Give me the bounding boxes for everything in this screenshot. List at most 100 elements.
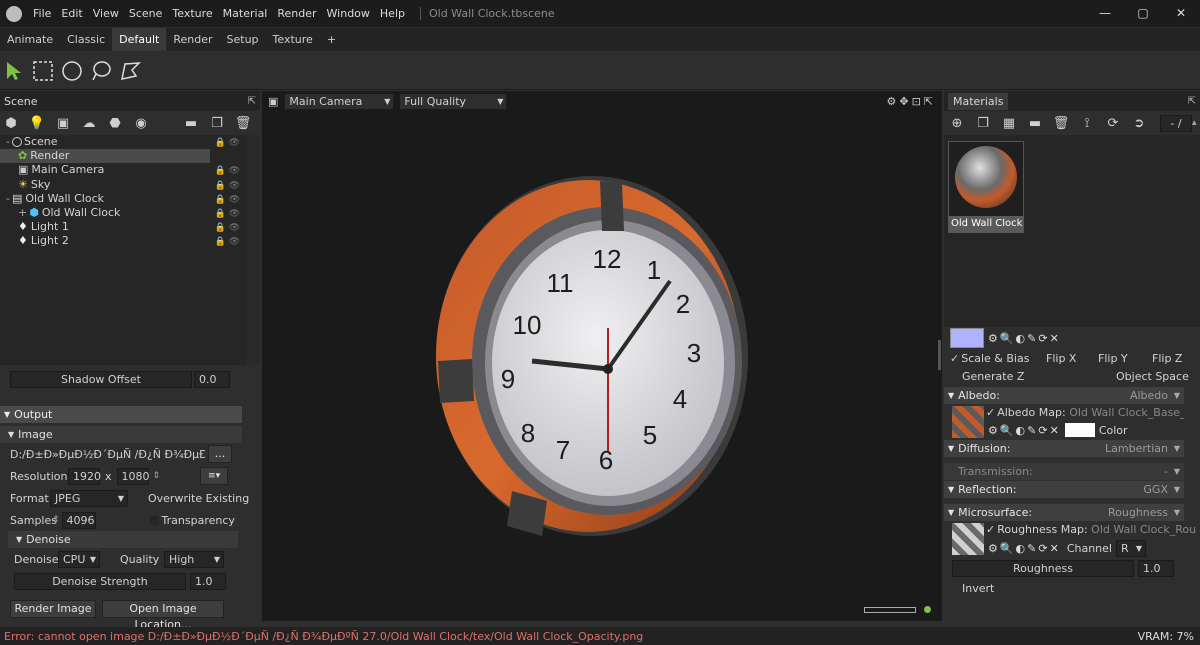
tab-setup[interactable]: Setup xyxy=(220,28,266,51)
lasso-select-icon[interactable] xyxy=(89,59,113,83)
splitter-handle[interactable] xyxy=(938,340,941,370)
roughness-map-file[interactable]: Old Wall Clock_Rough xyxy=(1091,523,1196,536)
texture-tools-icon[interactable]: ⚙🔍◐✎⟳✕ xyxy=(988,424,1061,437)
shadow-offset-value[interactable]: 0.0 xyxy=(194,370,230,388)
menu-window[interactable]: Window xyxy=(322,7,375,20)
refresh-icon[interactable]: ⟳ xyxy=(1104,114,1122,132)
menu-render[interactable]: Render xyxy=(272,7,321,20)
duplicate-icon[interactable]: ❐ xyxy=(208,114,226,132)
tree-item-old-wall-clock-group[interactable]: - ▤ Old Wall Clock 🔒 👁 xyxy=(0,192,246,206)
roughness-map-thumbnail[interactable] xyxy=(952,523,984,555)
delete-icon[interactable]: 🗑 xyxy=(234,114,252,132)
menu-help[interactable]: Help xyxy=(375,7,410,20)
tree-item-main-camera[interactable]: ▣ Main Camera 🔒 👁 xyxy=(0,163,246,177)
visibility-icon[interactable]: 🔒 👁 xyxy=(215,136,241,150)
materials-tab[interactable]: Materials xyxy=(948,92,1009,110)
image-subsection[interactable]: ▼ Image xyxy=(0,426,242,443)
add-material-icon[interactable]: ⊕ xyxy=(948,114,966,132)
albedo-map-thumbnail[interactable] xyxy=(952,406,984,438)
texture-tools-icon[interactable]: ⚙🔍◐✎⟳✕ xyxy=(988,332,1061,345)
render-image-button[interactable]: Render Image xyxy=(10,600,96,618)
tab-classic[interactable]: Classic xyxy=(60,28,112,51)
select-by-material-icon[interactable]: ⟟ xyxy=(1078,114,1096,132)
menu-material[interactable]: Material xyxy=(218,7,273,20)
texture-tools-icon[interactable]: ⚙🔍◐✎⟳✕ xyxy=(988,542,1061,555)
visibility-icon[interactable]: 🔒 👁 xyxy=(215,235,241,249)
ellipse-select-icon[interactable] xyxy=(60,59,84,83)
visibility-icon[interactable]: 🔒 👁 xyxy=(215,179,241,193)
tab-default[interactable]: Default xyxy=(112,28,167,51)
popout-icon[interactable]: ⇱ xyxy=(248,96,256,107)
diffusion-section[interactable]: ▼ Diffusion: Lambertian ▼ xyxy=(944,440,1184,457)
menu-file[interactable]: File xyxy=(28,7,56,20)
tab-render[interactable]: Render xyxy=(166,28,219,51)
add-material-icon[interactable]: ◉ xyxy=(132,114,150,132)
resolution-width[interactable]: 1920 xyxy=(68,467,101,485)
albedo-map-checkbox[interactable]: ✓ xyxy=(986,406,995,419)
denoise-subsection[interactable]: ▼ Denoise xyxy=(8,531,238,548)
minimize-button[interactable]: — xyxy=(1086,0,1124,27)
visibility-icon[interactable]: 🔒 👁 xyxy=(215,164,241,178)
reflection-section[interactable]: ▼ Reflection: GGX ▼ xyxy=(944,481,1184,498)
delete-icon[interactable]: 🗑 xyxy=(1052,114,1070,132)
denoise-select[interactable]: CPU ▼ xyxy=(58,550,100,568)
scale-bias-checkbox[interactable]: ✓ xyxy=(950,352,959,365)
visibility-icon[interactable]: 🔒 👁 xyxy=(215,221,241,235)
share-icon[interactable]: ➲ xyxy=(1130,114,1148,132)
denoise-strength-value[interactable]: 1.0 xyxy=(190,572,226,590)
format-select[interactable]: JPEG ▼ xyxy=(50,489,128,507)
rect-select-icon[interactable] xyxy=(31,59,55,83)
menu-scene[interactable]: Scene xyxy=(124,7,168,20)
tree-item-old-wall-clock-mesh[interactable]: + ⬢ Old Wall Clock 🔒 👁 xyxy=(0,206,246,220)
channel-select[interactable]: R ▼ xyxy=(1115,540,1146,557)
viewport[interactable]: ▣ Main Camera ▼ Full Quality ▼ ⚙✥⊡⇱ 12 1 2… xyxy=(262,91,942,621)
denoise-strength-slider[interactable]: Denoise Strength xyxy=(14,572,186,590)
material-thumbnail[interactable]: Old Wall Clock xyxy=(948,141,1024,233)
tree-item-sky[interactable]: ☀ Sky 🔒 👁 xyxy=(0,178,246,192)
add-sky-icon[interactable]: ☁ xyxy=(80,114,98,132)
tab-add[interactable]: + xyxy=(320,28,343,51)
popout-icon[interactable]: ⇱ xyxy=(1188,96,1196,107)
duplicate-material-icon[interactable]: ❐ xyxy=(974,114,992,132)
menu-texture[interactable]: Texture xyxy=(167,7,217,20)
tab-animate[interactable]: Animate xyxy=(0,28,60,51)
overwrite-checkbox[interactable] xyxy=(136,494,145,503)
roughness-slider[interactable]: Roughness xyxy=(952,559,1134,577)
tree-item-light-1[interactable]: ♦ Light 1 🔒 👁 xyxy=(0,220,246,234)
generate-z-checkbox[interactable]: Generate Z xyxy=(962,370,1024,383)
transmission-section[interactable]: Transmission: - ▼ xyxy=(944,463,1184,480)
select-arrow-icon[interactable] xyxy=(2,59,26,83)
roughness-map-checkbox[interactable]: ✓ xyxy=(986,523,995,536)
resolution-height[interactable]: 1080 xyxy=(116,467,150,485)
quality-select[interactable]: High ▼ xyxy=(164,550,224,568)
object-space-checkbox[interactable]: Object Space xyxy=(1116,370,1189,383)
output-section[interactable]: ▼ Output xyxy=(0,406,242,423)
albedo-map-file[interactable]: Old Wall Clock_Base_color xyxy=(1069,406,1184,419)
collapse-icon[interactable]: - xyxy=(6,192,10,206)
spinner-icon[interactable]: ⇕ xyxy=(52,515,60,525)
maximize-button[interactable]: ▢ xyxy=(1124,0,1162,27)
albedo-color-swatch[interactable] xyxy=(1064,423,1095,437)
tab-texture[interactable]: Texture xyxy=(266,28,320,51)
albedo-section[interactable]: ▼ Albedo: Albedo ▼ xyxy=(944,387,1184,404)
albedo-swatch[interactable] xyxy=(950,328,984,348)
checker-icon[interactable]: ▦ xyxy=(1000,114,1018,132)
flip-x-checkbox[interactable]: Flip X xyxy=(1046,352,1076,365)
flip-y-checkbox[interactable]: Flip Y xyxy=(1098,352,1128,365)
expand-icon[interactable]: + xyxy=(18,206,27,220)
roughness-value[interactable]: 1.0 xyxy=(1138,559,1174,577)
browse-button[interactable]: ... xyxy=(208,445,232,463)
invert-checkbox[interactable]: Invert xyxy=(962,582,994,595)
tree-item-light-2[interactable]: ♦ Light 2 🔒 👁 xyxy=(0,234,246,248)
spinner-icon[interactable]: ⇕ xyxy=(153,471,161,481)
output-path[interactable]: D:/Ð±Ð»ÐµÐ½Ð´ÐµÑ /Ð¿Ñ Ð¾ÐµÐºÑ xyxy=(10,448,205,461)
microsurface-section[interactable]: ▼ Microsurface: Roughness ▼ xyxy=(944,504,1184,521)
polygon-select-icon[interactable] xyxy=(118,59,142,83)
close-button[interactable]: ✕ xyxy=(1162,0,1200,27)
menu-edit[interactable]: Edit xyxy=(56,7,87,20)
add-light-icon[interactable]: 💡 xyxy=(28,114,46,132)
tree-item-render[interactable]: ✿ Render xyxy=(0,149,210,164)
folder-icon[interactable]: ▬ xyxy=(182,114,200,132)
open-image-location-button[interactable]: Open Image Location... xyxy=(102,600,224,631)
flip-z-checkbox[interactable]: Flip Z xyxy=(1152,352,1182,365)
